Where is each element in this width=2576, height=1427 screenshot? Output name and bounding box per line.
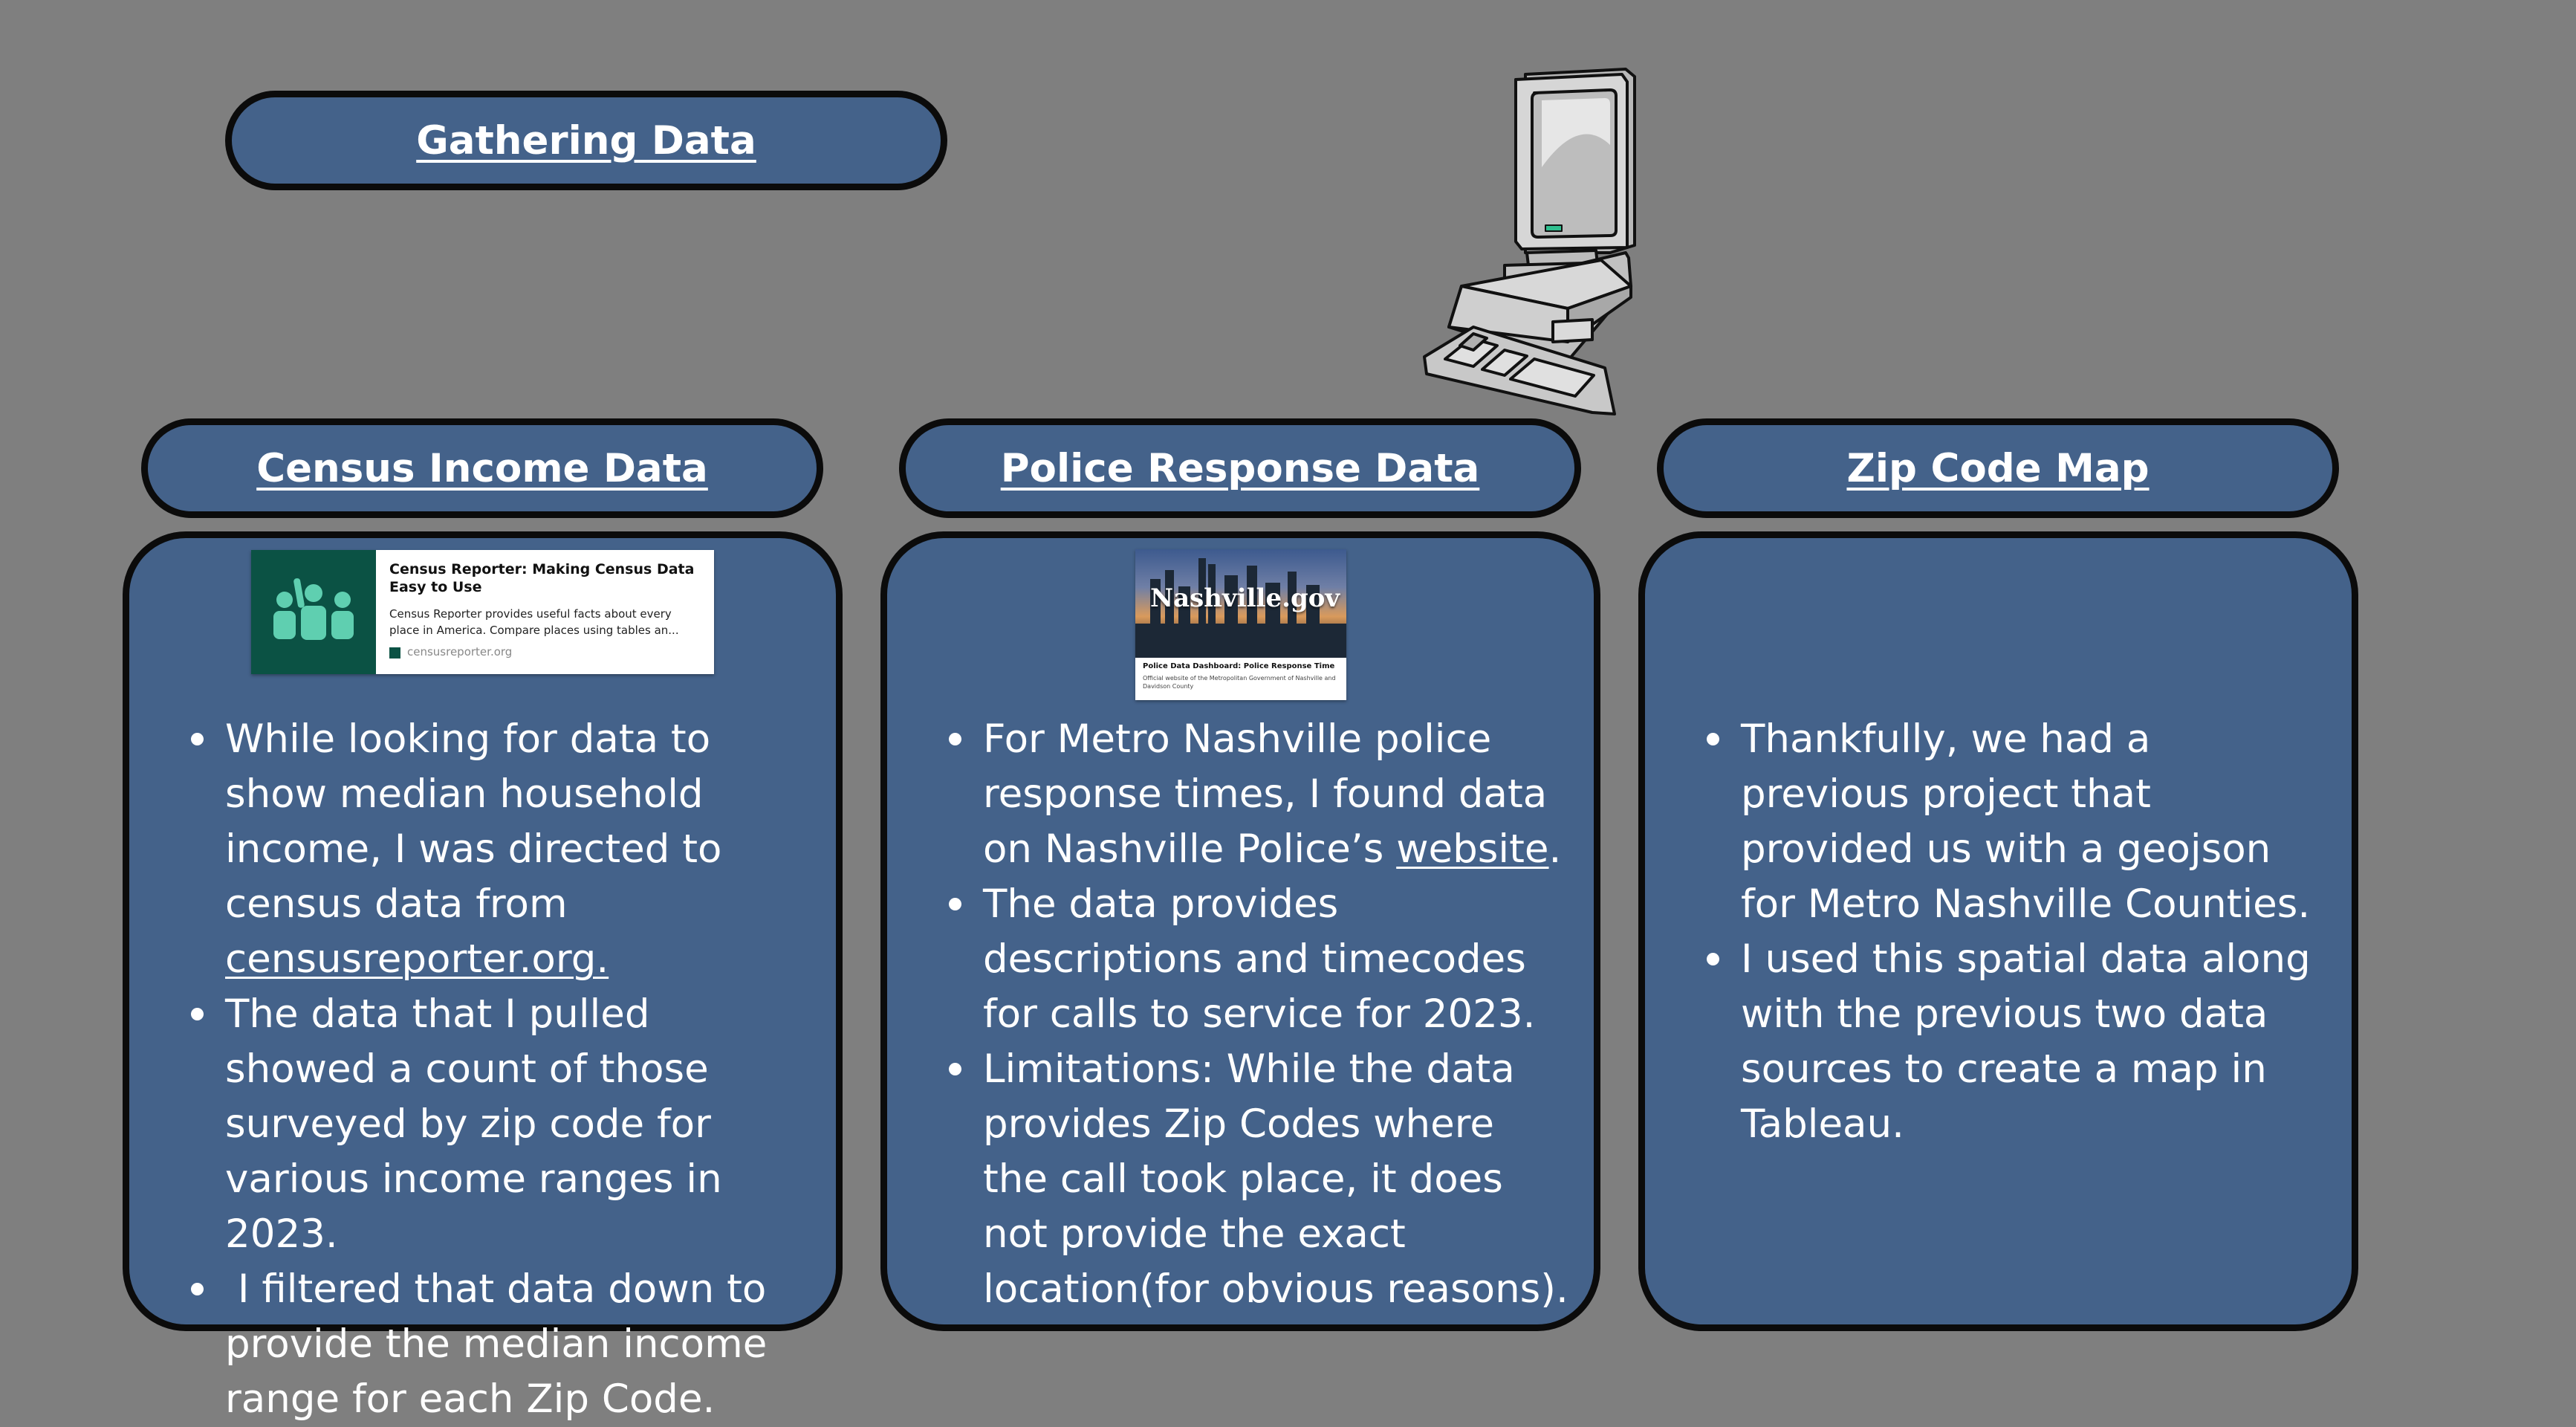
computer-icon bbox=[1423, 68, 1636, 415]
zipcode-bullet-list: Thankfully, we had a previous project th… bbox=[1704, 712, 2328, 1152]
zip-code-map-heading: Zip Code Map bbox=[1657, 418, 2339, 518]
censusreporter-favicon bbox=[389, 647, 400, 659]
nashville-card-description: Official website of the Metropolitan Gov… bbox=[1143, 675, 1336, 690]
censusreporter-link[interactable]: censusreporter.org. bbox=[225, 936, 609, 982]
nashville-gov-card[interactable]: Nashville.gov Police Data Dashboard: Pol… bbox=[1135, 549, 1346, 700]
list-item: Limitations: While the data provides Zip… bbox=[946, 1042, 1570, 1317]
police-response-heading: Police Response Data bbox=[899, 418, 1581, 518]
list-item: While looking for data to show median ho… bbox=[188, 712, 812, 987]
nashville-gov-logo: Nashville.gov bbox=[1150, 583, 1340, 613]
census-reporter-card[interactable]: Census Reporter: Making Census Data Easy… bbox=[251, 550, 714, 674]
list-item: I filtered that data down to provide the… bbox=[188, 1262, 812, 1427]
nashville-police-website-link[interactable]: website bbox=[1396, 826, 1548, 872]
list-item: The data that I pulled showed a count of… bbox=[188, 987, 812, 1262]
list-item: Thankfully, we had a previous project th… bbox=[1704, 712, 2328, 932]
census-people-icon bbox=[251, 550, 376, 674]
nashville-card-title: Police Data Dashboard: Police Response T… bbox=[1143, 662, 1335, 670]
list-item: I used this spatial data along with the … bbox=[1704, 932, 2328, 1152]
police-bullet-list: For Metro Nashville police response time… bbox=[946, 712, 1570, 1317]
list-item: For Metro Nashville police response time… bbox=[946, 712, 1570, 877]
census-card-description: Census Reporter provides useful facts ab… bbox=[389, 607, 679, 637]
list-item: The data provides descriptions and timec… bbox=[946, 877, 1570, 1042]
census-card-title: Census Reporter: Making Census Data Easy… bbox=[389, 561, 695, 595]
census-bullet-list: While looking for data to show median ho… bbox=[188, 712, 812, 1427]
nashville-skyline-image: Nashville.gov bbox=[1135, 549, 1346, 658]
census-income-heading: Census Income Data bbox=[141, 418, 823, 518]
census-card-site: censusreporter.org bbox=[407, 645, 513, 659]
page-title: Gathering Data bbox=[225, 91, 947, 190]
